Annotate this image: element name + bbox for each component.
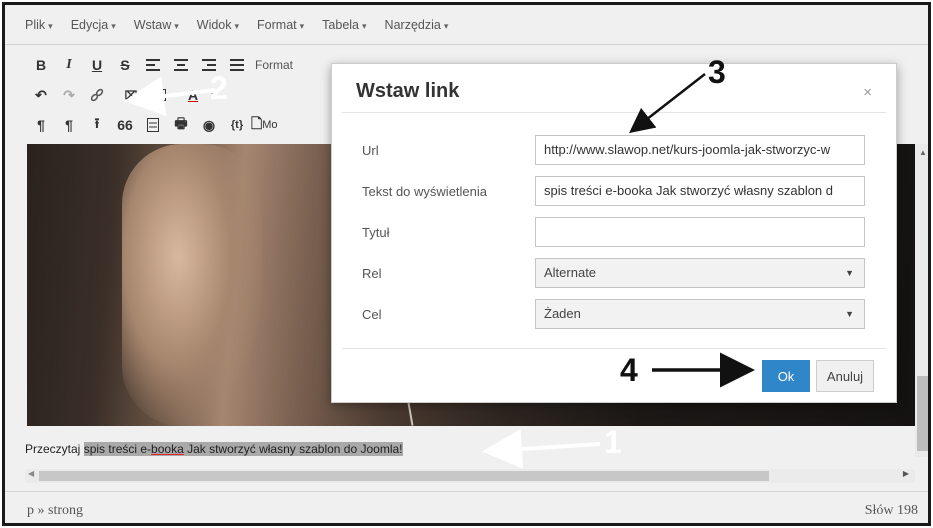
annotation-number-3: 3	[708, 54, 726, 90]
dialog-title: Wstaw link	[356, 80, 460, 102]
blockquote-button[interactable]: 66	[111, 113, 139, 137]
url-input[interactable]: http://www.slawop.net/kurs-joomla-jak-st…	[535, 135, 865, 165]
menu-tabela[interactable]: Tabela ▾	[322, 18, 366, 32]
annotation-number-2: 2	[210, 70, 228, 106]
format-dropdown[interactable]: Format	[255, 58, 293, 72]
preview-button[interactable]: ◉	[195, 113, 223, 137]
rel-label: Rel	[362, 266, 382, 281]
menu-wstaw[interactable]: Wstaw ▾	[134, 18, 179, 32]
vertical-scrollbar-thumb[interactable]	[917, 376, 928, 451]
menu-narzedzia[interactable]: Narzędzia ▾	[385, 18, 449, 32]
upload-button[interactable]: ⭱	[83, 113, 111, 137]
rtl-button[interactable]: ¶	[55, 113, 83, 137]
ltr-button[interactable]: ¶	[27, 113, 55, 137]
title-label: Tytuł	[362, 225, 390, 240]
menu-format[interactable]: Format ▾	[257, 18, 304, 32]
url-label: Url	[362, 143, 379, 158]
menu-widok[interactable]: Widok ▾	[197, 18, 239, 32]
dialog-divider	[342, 348, 886, 349]
italic-button[interactable]: I	[55, 53, 83, 77]
strikethrough-button[interactable]: S	[111, 53, 139, 77]
print-button[interactable]: 🖶	[167, 113, 195, 137]
align-left-icon	[146, 59, 160, 71]
toolbar-row-3: ¶ ¶ ⭱ 66 🖶 ◉ {t} 🗋 Mo	[27, 112, 285, 138]
align-left-button[interactable]	[139, 53, 167, 77]
underline-button[interactable]: U	[83, 53, 111, 77]
target-label: Cel	[362, 307, 382, 322]
chevron-down-icon: ▼	[845, 309, 854, 319]
dialog-divider	[342, 112, 886, 113]
selected-text: spis treści e-booka Jak stworzyć własny …	[83, 442, 403, 456]
vertical-scrollbar[interactable]: ▲	[915, 144, 928, 457]
undo-button[interactable]: ↶	[27, 83, 55, 107]
annotation-number-4: 4	[620, 352, 638, 388]
editor-frame: Plik ▾ Edycja ▾ Wstaw ▾ Widok ▾ Format ▾ Tabe…	[2, 2, 931, 526]
horizontal-scrollbar-thumb[interactable]	[39, 471, 769, 481]
toolbar-row-2: ↶ ↷ ⌧ A ▾	[27, 82, 221, 108]
title-input[interactable]	[535, 217, 865, 247]
element-path[interactable]: p » strong	[27, 503, 83, 519]
word-count: Słów 198	[864, 503, 918, 518]
image-icon	[152, 89, 166, 101]
align-center-icon	[174, 59, 188, 71]
toolbar-row-1: B I U S Format	[27, 52, 293, 78]
undo-icon: ↶	[35, 86, 47, 103]
text-color-button[interactable]: A	[179, 83, 207, 107]
redo-button[interactable]: ↷	[55, 83, 83, 107]
status-bar: p » strong Słów 198	[5, 491, 928, 523]
code-button[interactable]: {t}	[223, 113, 251, 137]
template-button[interactable]	[139, 113, 167, 137]
menubar: Plik ▾ Edycja ▾ Wstaw ▾ Widok ▾ Format ▾ Tabe…	[5, 5, 928, 45]
text-label: Tekst do wyświetlenia	[362, 184, 487, 199]
insert-link-dialog: Wstaw link × Url http://www.slawop.net/k…	[331, 63, 897, 403]
template-icon	[147, 118, 159, 132]
align-center-button[interactable]	[167, 53, 195, 77]
file-icon: 🗋	[251, 115, 263, 131]
menu-plik[interactable]: Plik ▾	[25, 18, 53, 32]
more-button[interactable]: 🗋 Mo	[251, 113, 285, 137]
eye-icon: ◉	[202, 116, 216, 133]
align-justify-icon	[230, 59, 244, 71]
horizontal-scrollbar[interactable]: ◀ ▶	[25, 469, 915, 483]
upload-icon: ⭱	[94, 115, 100, 131]
text-input[interactable]: spis treści e-booka Jak stworzyć własny …	[535, 176, 865, 206]
menu-edycja[interactable]: Edycja ▾	[71, 18, 116, 32]
scroll-right-icon[interactable]: ▶	[903, 469, 909, 478]
scroll-left-icon[interactable]: ◀	[28, 469, 34, 478]
annotation-number-1: 1	[604, 424, 622, 460]
link-icon	[90, 88, 104, 102]
unlink-icon: ⌧	[124, 89, 138, 102]
print-icon: 🖶	[174, 115, 188, 131]
chevron-down-icon: ▼	[845, 268, 854, 278]
target-select[interactable]: Żaden ▼	[535, 299, 865, 329]
unlink-button[interactable]: ⌧	[117, 83, 145, 107]
editor-text-line[interactable]: Przeczytaj spis treści e-booka Jak stwor…	[25, 442, 905, 464]
ok-button[interactable]: Ok	[762, 360, 810, 392]
insert-link-button[interactable]	[83, 83, 111, 107]
scroll-up-icon[interactable]: ▲	[919, 148, 927, 157]
cancel-button[interactable]: Anuluj	[816, 360, 874, 392]
text-before-selection: Przeczytaj	[25, 442, 84, 456]
redo-icon: ↷	[63, 86, 75, 103]
close-icon[interactable]: ×	[863, 84, 872, 101]
insert-image-button[interactable]	[145, 83, 173, 107]
photo-figure	[122, 144, 262, 426]
bold-button[interactable]: B	[27, 53, 55, 77]
rel-select[interactable]: Alternate ▼	[535, 258, 865, 288]
